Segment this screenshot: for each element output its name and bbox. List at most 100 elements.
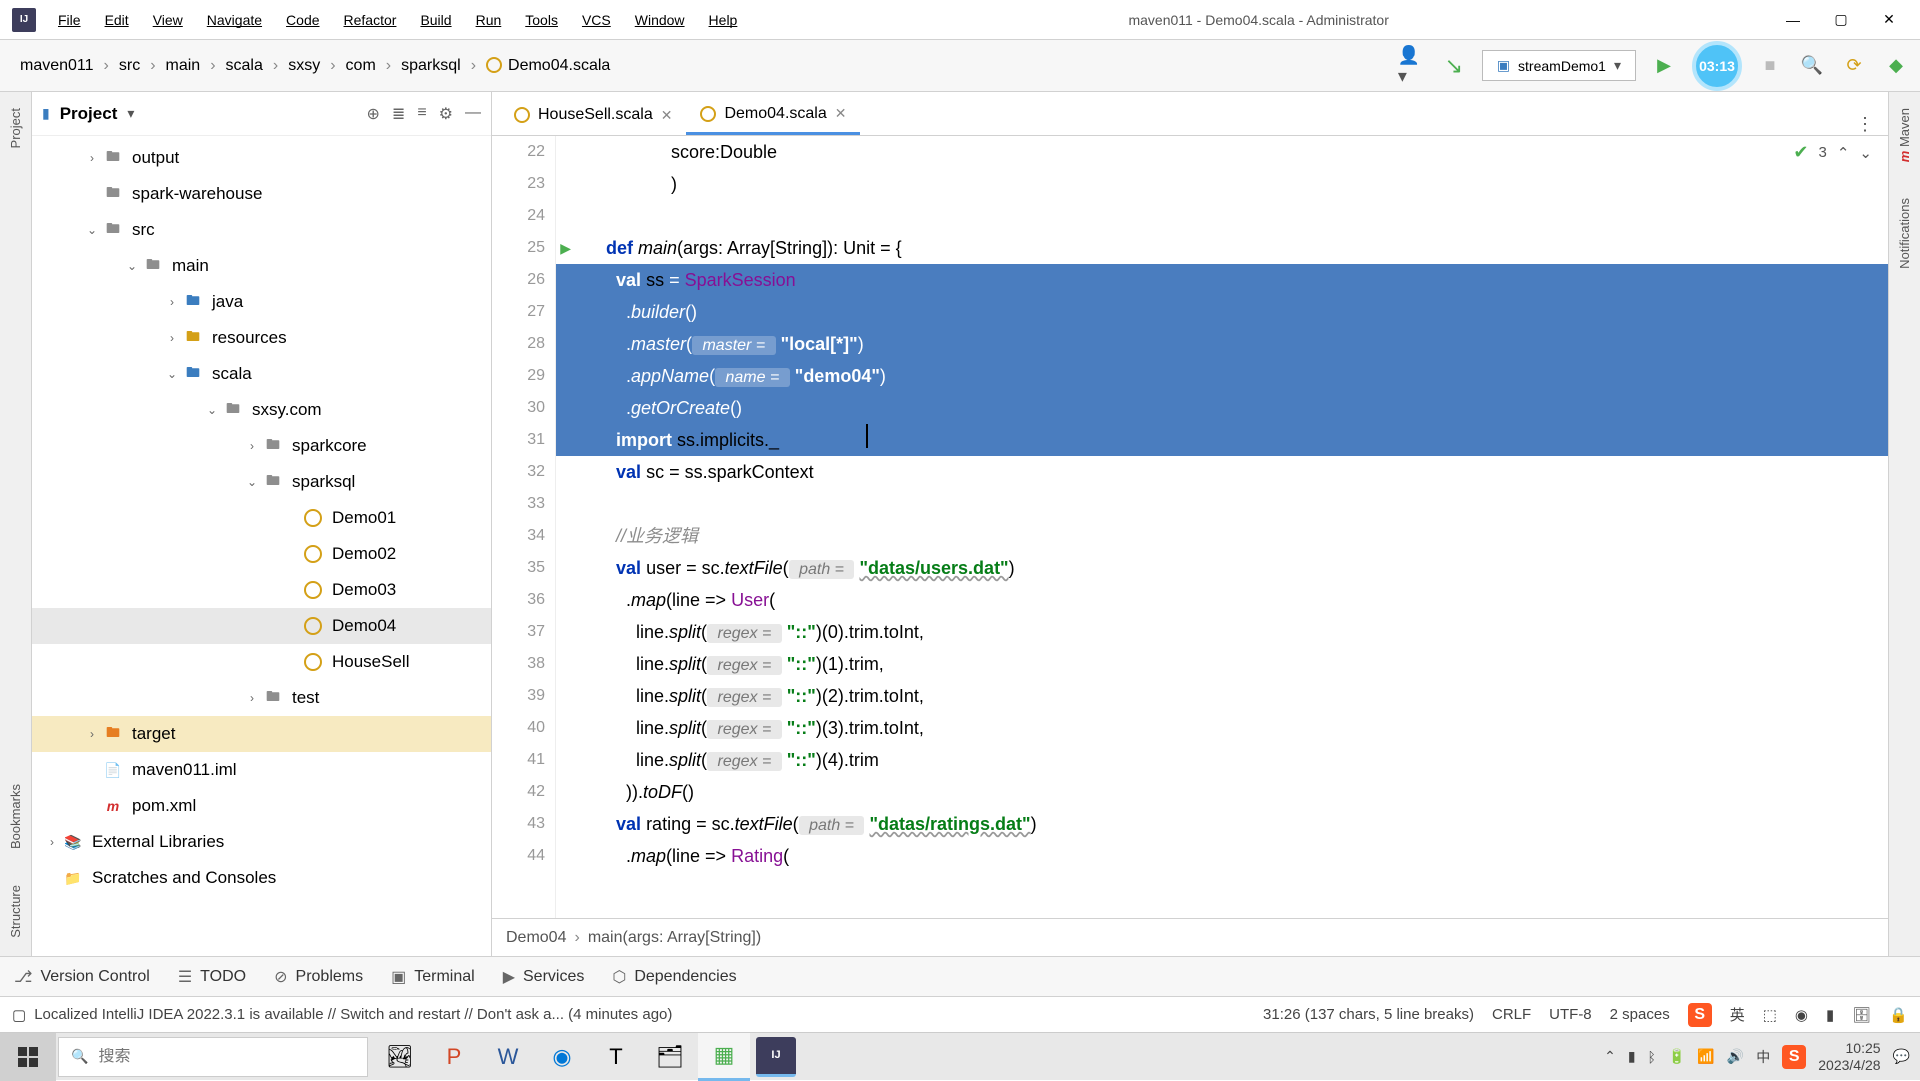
services-button[interactable]: ▶Services: [503, 967, 585, 987]
tray-clock[interactable]: 10:25 2023/4/28: [1818, 1040, 1880, 1074]
minimize-button[interactable]: —: [1770, 4, 1816, 36]
code-line[interactable]: val user = sc.textFile( path = "datas/us…: [556, 552, 1888, 584]
tree-item-demo03[interactable]: Demo03: [32, 572, 491, 608]
tree-item-scala[interactable]: ⌄🖿scala: [32, 356, 491, 392]
code-line[interactable]: .map(line => Rating(: [556, 840, 1888, 872]
sync-icon[interactable]: ⟳: [1840, 52, 1868, 80]
menu-build[interactable]: Build: [410, 8, 461, 32]
close-icon[interactable]: ✕: [661, 107, 673, 124]
collapse-all-icon[interactable]: ≡: [417, 104, 426, 124]
run-config-selector[interactable]: ▣ streamDemo1: [1482, 50, 1636, 81]
version-control-button[interactable]: ⎇Version Control: [14, 967, 150, 987]
dependencies-button[interactable]: ⬡Dependencies: [612, 967, 736, 987]
code-line[interactable]: [556, 200, 1888, 232]
tree-item-resources[interactable]: ›🖿resources: [32, 320, 491, 356]
tree-item-iml[interactable]: 📄maven011.iml: [32, 752, 491, 788]
breadcrumb-item[interactable]: main: [156, 53, 211, 79]
menu-view[interactable]: View: [143, 8, 193, 32]
structure-tool-button[interactable]: Structure: [6, 877, 25, 946]
editor[interactable]: ✔ 3 ⌃ ⌄ 22232425▶26272829303132333435363…: [492, 136, 1888, 918]
gutter-line[interactable]: 36: [492, 584, 545, 616]
status-tray-icon[interactable]: ⬚: [1763, 1006, 1777, 1024]
start-button[interactable]: [0, 1033, 56, 1081]
gutter-line[interactable]: 37: [492, 616, 545, 648]
tree-item-scratches[interactable]: 📁Scratches and Consoles: [32, 860, 491, 896]
encoding[interactable]: UTF-8: [1549, 1006, 1592, 1023]
code-line[interactable]: val ss = SparkSession: [556, 264, 1888, 296]
menu-refactor[interactable]: Refactor: [334, 8, 407, 32]
tray-usb-icon[interactable]: ▮: [1628, 1048, 1636, 1065]
status-icon[interactable]: ▢: [12, 1006, 26, 1024]
hide-icon[interactable]: —: [465, 104, 481, 124]
indent[interactable]: 2 spaces: [1610, 1006, 1670, 1023]
gutter-line[interactable]: 34: [492, 520, 545, 552]
tray-notifications-icon[interactable]: 💬: [1893, 1048, 1910, 1065]
gutter-line[interactable]: 40: [492, 712, 545, 744]
gutter-line[interactable]: 35: [492, 552, 545, 584]
code-line[interactable]: line.split( regex = "::")(1).trim,: [556, 648, 1888, 680]
terminal-button[interactable]: ▣Terminal: [391, 967, 475, 987]
gutter-line[interactable]: 41: [492, 744, 545, 776]
tree-item-pom[interactable]: mpom.xml: [32, 788, 491, 824]
menu-window[interactable]: Window: [625, 8, 695, 32]
tray-ime[interactable]: 中: [1756, 1047, 1770, 1067]
menu-help[interactable]: Help: [699, 8, 748, 32]
gutter-line[interactable]: 23: [492, 168, 545, 200]
tray-chevron-icon[interactable]: ⌃: [1604, 1048, 1616, 1065]
gutter-line[interactable]: 26: [492, 264, 545, 296]
gutter-line[interactable]: 22: [492, 136, 545, 168]
tray-volume-icon[interactable]: 🔊: [1727, 1048, 1744, 1065]
timer-badge[interactable]: 03:13: [1692, 41, 1742, 91]
settings-icon[interactable]: ⚙: [439, 104, 453, 124]
taskbar-app-explorer[interactable]: 🗂: [644, 1033, 696, 1081]
tree-item-sparksql[interactable]: ⌄🖿sparksql: [32, 464, 491, 500]
gutter-line[interactable]: 42: [492, 776, 545, 808]
menu-vcs[interactable]: VCS: [572, 8, 621, 32]
tree-item-main[interactable]: ⌄🖿main: [32, 248, 491, 284]
status-tray-icon[interactable]: 🗄: [1852, 1006, 1871, 1024]
taskbar-app-edge[interactable]: ◉: [536, 1033, 588, 1081]
taskbar-app-word[interactable]: W: [482, 1033, 534, 1081]
tray-sogou-icon[interactable]: S: [1782, 1045, 1806, 1069]
line-separator[interactable]: CRLF: [1492, 1006, 1531, 1023]
tree-item-demo04[interactable]: Demo04: [32, 608, 491, 644]
breadcrumb-item[interactable]: scala: [216, 53, 273, 79]
menu-navigate[interactable]: Navigate: [197, 8, 272, 32]
breadcrumb-item[interactable]: Demo04.scala: [476, 53, 620, 79]
tree-item-target[interactable]: ›🖿target: [32, 716, 491, 752]
user-icon[interactable]: 👤▾: [1398, 52, 1426, 80]
menu-code[interactable]: Code: [276, 8, 329, 32]
hammer-icon[interactable]: ↘: [1440, 52, 1468, 80]
sogou-icon[interactable]: S: [1688, 1003, 1712, 1027]
breadcrumb-item[interactable]: maven011: [10, 53, 104, 79]
bookmarks-tool-button[interactable]: Bookmarks: [6, 776, 25, 857]
code-area[interactable]: score:Double )def main(args: Array[Strin…: [556, 136, 1888, 918]
status-message[interactable]: Localized IntelliJ IDEA 2022.3.1 is avai…: [34, 1006, 672, 1023]
project-tree[interactable]: ›🖿output 🖿spark-warehouse ⌄🖿src ⌄🖿main ›…: [32, 136, 491, 956]
code-line[interactable]: .map(line => User(: [556, 584, 1888, 616]
tab-housesell[interactable]: HouseSell.scala✕: [500, 95, 686, 135]
close-button[interactable]: ✕: [1866, 4, 1912, 36]
tree-item-sparkcore[interactable]: ›🖿sparkcore: [32, 428, 491, 464]
status-tray-icon[interactable]: 🔒: [1889, 1006, 1908, 1024]
gutter-line[interactable]: 29: [492, 360, 545, 392]
search-input[interactable]: [98, 1048, 355, 1066]
todo-button[interactable]: ☰TODO: [178, 967, 246, 987]
code-line[interactable]: ): [556, 168, 1888, 200]
gutter-line[interactable]: 30: [492, 392, 545, 424]
crumb-item[interactable]: Demo04: [506, 929, 566, 947]
project-tool-button[interactable]: Project: [6, 100, 25, 156]
gutter[interactable]: 22232425▶2627282930313233343536373839404…: [492, 136, 556, 918]
close-icon[interactable]: ✕: [835, 105, 847, 122]
stop-button[interactable]: ■: [1756, 52, 1784, 80]
caret-position[interactable]: 31:26 (137 chars, 5 line breaks): [1263, 1006, 1474, 1023]
notifications-tool-button[interactable]: Notifications: [1895, 190, 1914, 277]
gutter-line[interactable]: 24: [492, 200, 545, 232]
code-line[interactable]: line.split( regex = "::")(2).trim.toInt,: [556, 680, 1888, 712]
code-line[interactable]: [556, 488, 1888, 520]
gutter-line[interactable]: 28: [492, 328, 545, 360]
maven-tool-button[interactable]: m Maven: [1895, 100, 1914, 170]
maximize-button[interactable]: ▢: [1818, 4, 1864, 36]
gutter-line[interactable]: 32: [492, 456, 545, 488]
tab-demo04[interactable]: Demo04.scala✕: [686, 95, 860, 135]
